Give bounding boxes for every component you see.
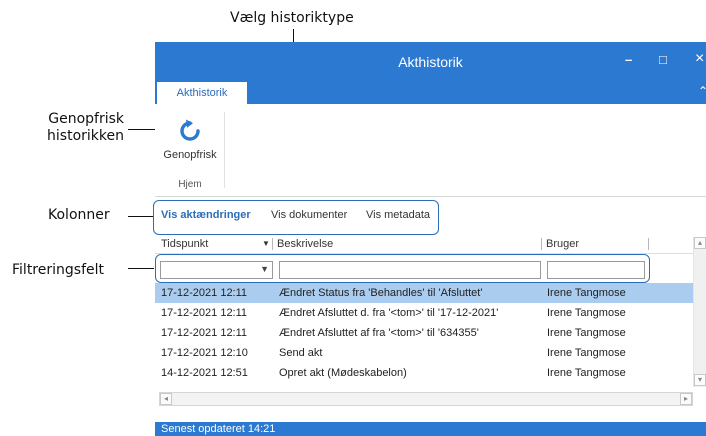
cell-time: 17-12-2021 12:11	[161, 327, 248, 339]
view-tabs-highlight	[153, 200, 439, 235]
columns-leader-line	[128, 216, 154, 217]
history-type-annotation: Vælg historiktype	[230, 10, 354, 26]
columns-annotation: Kolonner	[48, 207, 110, 223]
column-header-bruger[interactable]: Bruger	[546, 235, 579, 253]
table-row[interactable]: 17-12-2021 12:11 Ændret Status fra 'Beha…	[155, 283, 706, 303]
title-bar: Akthistorik – □ ×	[155, 42, 706, 82]
ribbon-group-divider	[224, 112, 225, 188]
table-row[interactable]: 17-12-2021 12:11 Ændret Afsluttet af fra…	[155, 323, 706, 343]
last-updated-text: Senest opdateret 14:21	[161, 423, 276, 435]
cell-description: Ændret Afsluttet d. fra '<tom>' til '17-…	[279, 307, 499, 319]
refresh-icon	[180, 119, 200, 141]
cell-description: Send akt	[279, 347, 323, 359]
cell-time: 17-12-2021 12:10	[161, 347, 248, 359]
column-separator[interactable]	[272, 238, 273, 250]
app-window: Akthistorik – □ × Akthistorik ⌃ Genopfri…	[155, 42, 706, 436]
table-row[interactable]: 17-12-2021 12:10 Send akt Irene Tangmose	[155, 343, 706, 363]
cell-user: Irene Tangmose	[547, 287, 626, 299]
minimize-icon[interactable]: –	[625, 52, 632, 67]
scroll-left-icon[interactable]: ◂	[160, 393, 172, 405]
column-separator[interactable]	[541, 238, 542, 250]
table-row[interactable]: 14-12-2021 12:51 Opret akt (Mødeskabelon…	[155, 363, 706, 383]
filter-annotation: Filtreringsfelt	[12, 262, 104, 278]
cell-user: Irene Tangmose	[547, 367, 626, 379]
cell-time: 14-12-2021 12:51	[161, 367, 248, 379]
cell-user: Irene Tangmose	[547, 307, 626, 319]
scroll-up-icon[interactable]: ▴	[694, 237, 706, 249]
filter-leader-line	[128, 268, 154, 269]
ribbon-group-label: Hjem	[178, 179, 202, 190]
table-row[interactable]: 17-12-2021 12:11 Ændret Afsluttet d. fra…	[155, 303, 706, 323]
refresh-button-label: Genopfrisk	[163, 149, 217, 161]
refresh-annotation: Genopfrisk historikken	[36, 111, 124, 145]
ribbon-tab-strip: Akthistorik ⌃	[155, 82, 706, 104]
column-header-row: Tidspunkt ▼ Beskrivelse Bruger	[155, 235, 706, 254]
refresh-annotation-line1: Genopfrisk	[48, 111, 124, 127]
status-bar: Senest opdateret 14:21	[155, 422, 706, 436]
maximize-icon[interactable]: □	[659, 52, 667, 67]
scroll-down-icon[interactable]: ▾	[694, 374, 706, 386]
tab-akthistorik[interactable]: Akthistorik	[157, 82, 247, 104]
cell-description: Ændret Afsluttet af fra '<tom>' til '634…	[279, 327, 479, 339]
column-separator[interactable]	[648, 238, 649, 250]
horizontal-scrollbar[interactable]: ◂ ▸	[159, 392, 693, 406]
cell-user: Irene Tangmose	[547, 347, 626, 359]
refresh-annotation-line2: historikken	[47, 128, 124, 144]
cell-description: Opret akt (Mødeskabelon)	[279, 367, 407, 379]
cell-user: Irene Tangmose	[547, 327, 626, 339]
refresh-button[interactable]: Genopfrisk	[159, 110, 221, 166]
collapse-ribbon-icon[interactable]: ⌃	[698, 84, 706, 98]
cell-time: 17-12-2021 12:11	[161, 287, 248, 299]
cell-time: 17-12-2021 12:11	[161, 307, 248, 319]
window-title: Akthistorik	[398, 54, 463, 70]
column-header-tidspunkt[interactable]: Tidspunkt	[161, 235, 208, 253]
cell-description: Ændret Status fra 'Behandles' til 'Afslu…	[279, 287, 483, 299]
ribbon-panel: Genopfrisk Hjem	[155, 104, 706, 197]
sort-chevron-down-icon[interactable]: ▼	[262, 235, 270, 253]
scroll-right-icon[interactable]: ▸	[680, 393, 692, 405]
close-icon[interactable]: ×	[695, 50, 704, 68]
column-header-beskrivelse[interactable]: Beskrivelse	[277, 235, 333, 253]
filter-row-highlight	[155, 254, 650, 283]
vertical-scrollbar[interactable]: ▴ ▾	[693, 237, 706, 387]
